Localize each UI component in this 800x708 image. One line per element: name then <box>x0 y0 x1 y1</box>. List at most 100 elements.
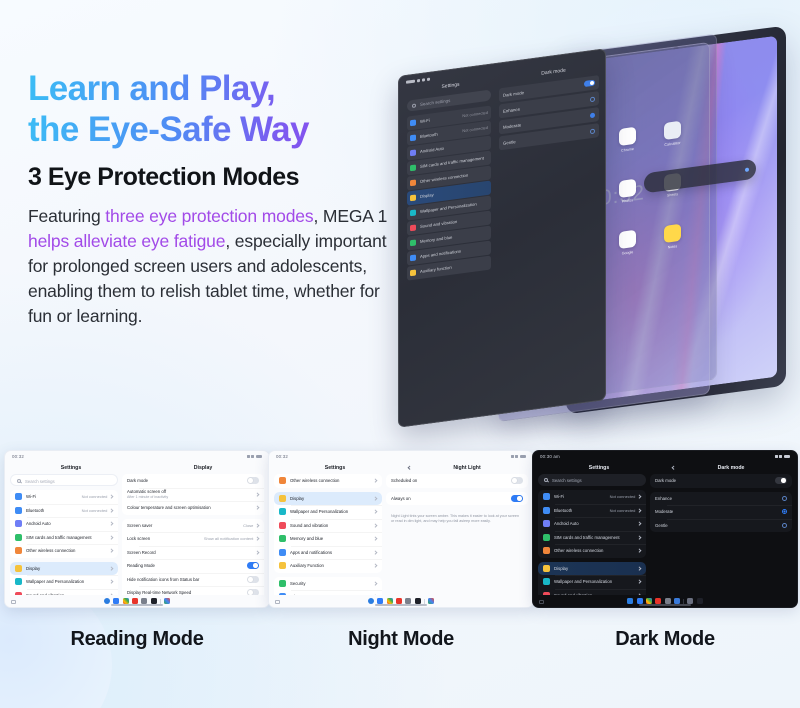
back-icon[interactable] <box>671 465 677 470</box>
settings-item-wallpaper[interactable]: Wallpaper and Personalization <box>538 575 646 589</box>
phone-icon[interactable] <box>627 598 634 604</box>
app-icon-item[interactable]: Calculator <box>664 120 682 147</box>
messages-icon[interactable] <box>113 598 120 604</box>
settings-pane: Search settings Wi-Fi Not connected Bluet… <box>538 474 646 605</box>
keyboard-icon[interactable] <box>275 600 280 604</box>
app-icon-item[interactable]: Photos <box>619 178 637 204</box>
settings-item-auxiliary[interactable]: Auxiliary Function <box>274 559 382 573</box>
gentle-radio[interactable] <box>590 128 595 134</box>
row-gentle[interactable]: Gentle <box>650 518 792 533</box>
settings-item-sound[interactable]: Sound and vibration <box>274 518 382 533</box>
youtube-icon[interactable] <box>132 598 138 604</box>
reading-mode-toggle[interactable] <box>247 562 259 570</box>
files-icon[interactable] <box>674 598 681 604</box>
settings-item-apps[interactable]: Apps and notifications <box>274 545 382 560</box>
settings-item-wallpaper[interactable]: Wallpaper and Personalization <box>10 575 118 589</box>
settings-item-wifi[interactable]: Wi-Fi Not connected <box>10 490 118 504</box>
app-icon-item[interactable]: Notes <box>664 223 682 250</box>
row-auto-screen-off[interactable]: Automatic screen off After 1 minute of in… <box>122 487 264 502</box>
messages-icon[interactable] <box>377 598 384 604</box>
row-always-on[interactable]: Always on <box>386 492 528 506</box>
row-hide-notification-icons[interactable]: Hide notification icons from Status bar <box>122 572 264 587</box>
item-label: Other wireless connection <box>290 478 340 484</box>
settings-item-bluetooth[interactable]: Bluetooth Not connected <box>10 503 118 518</box>
row-scheduled-on[interactable]: Scheduled on <box>386 474 528 488</box>
search-input[interactable]: Search settings <box>10 474 118 486</box>
settings-item-sim[interactable]: SIM cards and traffic management <box>10 530 118 545</box>
settings-item-memory[interactable]: Memory and blue <box>274 532 382 546</box>
app-label: Chrome <box>621 146 634 153</box>
settings-item-display[interactable]: Display <box>274 491 382 505</box>
settings-item-wallpaper[interactable]: Wallpaper and Personalization <box>274 505 382 519</box>
files-icon[interactable] <box>414 598 421 604</box>
status-bar <box>406 77 430 84</box>
night-light-group: Always on <box>386 491 528 506</box>
play-store-icon[interactable] <box>696 598 703 604</box>
youtube-icon[interactable] <box>655 598 662 604</box>
scheduled-on-toggle[interactable] <box>511 477 523 485</box>
item-label: Wi-Fi <box>554 494 565 500</box>
files-icon[interactable] <box>150 598 157 604</box>
calculator-icon <box>664 120 681 140</box>
settings-item-other-wireless[interactable]: Other wireless connection <box>274 474 382 488</box>
detail-header: Display <box>137 461 269 474</box>
item-label: Auxiliary Function <box>290 563 324 569</box>
app-icon-item[interactable]: Google <box>619 229 637 256</box>
camera-icon[interactable] <box>141 598 148 604</box>
settings-item-android-auto[interactable]: Android Auto <box>538 517 646 531</box>
app-icon-item[interactable]: Chrome <box>619 126 637 153</box>
search-input[interactable]: Search settings <box>538 474 646 486</box>
settings-item-android-auto[interactable]: Android Auto <box>10 517 118 531</box>
back-icon[interactable] <box>407 465 413 470</box>
settings-item-display[interactable]: Display <box>10 561 118 575</box>
enhance-radio[interactable] <box>781 495 787 501</box>
moderate-radio[interactable] <box>781 509 787 515</box>
wireless-icon <box>15 547 22 555</box>
item-label: Wallpaper and Personalization <box>26 579 85 585</box>
signal-icon <box>779 454 783 458</box>
row-label: Enhance <box>503 106 520 114</box>
keyboard-icon[interactable] <box>11 600 16 604</box>
settings-item-other-wireless[interactable]: Other wireless connection <box>538 544 646 558</box>
settings-item-wifi[interactable]: Wi-Fi Not connected <box>538 490 646 504</box>
row-colour-temp[interactable]: Colour temperature and screen optimisati… <box>122 501 264 515</box>
row-moderate[interactable]: Moderate <box>650 505 792 519</box>
photos-icon[interactable] <box>122 598 129 604</box>
camera-icon[interactable] <box>664 598 671 604</box>
row-lock-screen[interactable]: Lock screen Show all notification content <box>122 532 264 546</box>
row-dark-mode[interactable]: Dark mode <box>122 474 264 488</box>
photos-icon[interactable] <box>386 598 393 604</box>
row-dark-mode[interactable]: Dark mode <box>650 474 792 488</box>
play-store-icon[interactable] <box>164 598 171 604</box>
messages-icon[interactable] <box>636 598 643 604</box>
row-enhance[interactable]: Enhance <box>650 492 792 506</box>
always-on-toggle[interactable] <box>511 494 523 502</box>
settings-item-sim[interactable]: SIM cards and traffic management <box>538 530 646 545</box>
moderate-radio[interactable] <box>590 112 595 118</box>
signal-icon <box>515 454 519 458</box>
dark-mode-toggle[interactable] <box>775 477 787 485</box>
bluetooth-icon <box>15 506 22 514</box>
hide-icons-toggle[interactable] <box>247 575 259 583</box>
item-label: Auxiliary function <box>420 264 452 275</box>
enhance-radio[interactable] <box>590 96 595 102</box>
youtube-icon[interactable] <box>396 598 402 604</box>
phone-icon[interactable] <box>367 598 374 604</box>
gentle-radio[interactable] <box>781 522 787 528</box>
gallery-icon[interactable] <box>687 598 694 604</box>
row-screen-record[interactable]: Screen Record <box>122 545 264 560</box>
settings-item-other-wireless[interactable]: Other wireless connection <box>10 544 118 558</box>
row-reading-mode[interactable]: Reading Mode <box>122 559 264 573</box>
dark-mode-toggle[interactable] <box>247 477 259 485</box>
settings-item-display[interactable]: Display <box>538 561 646 575</box>
play-store-icon[interactable] <box>428 598 435 604</box>
settings-item-security[interactable]: Security <box>274 577 382 591</box>
chevron-right-icon <box>109 494 114 499</box>
dark-mode-toggle[interactable] <box>584 79 595 88</box>
camera-icon[interactable] <box>405 598 412 604</box>
keyboard-icon[interactable] <box>539 600 544 604</box>
row-screen-saver[interactable]: Screen saver Close <box>122 519 264 533</box>
settings-item-bluetooth[interactable]: Bluetooth Not connected <box>538 503 646 518</box>
photos-icon[interactable] <box>645 598 652 604</box>
phone-icon[interactable] <box>103 598 110 604</box>
